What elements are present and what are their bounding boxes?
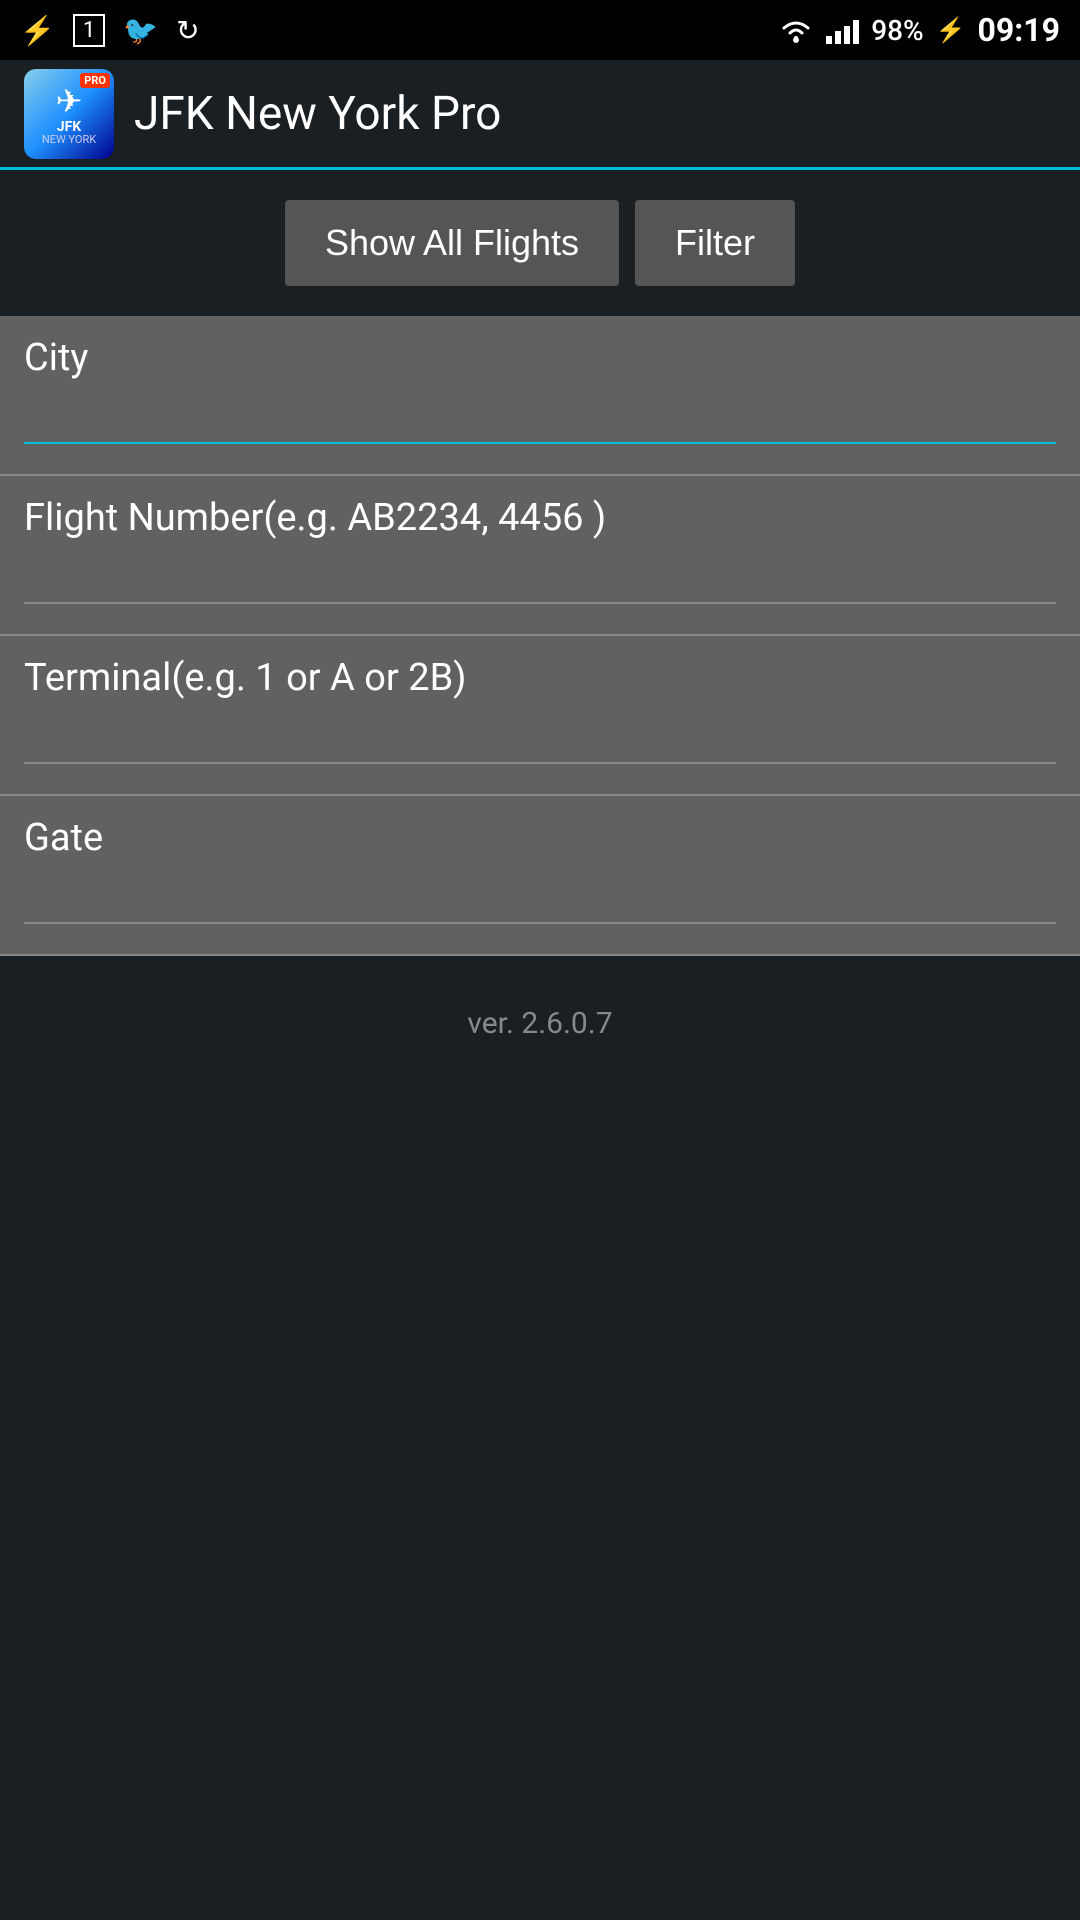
show-all-flights-button[interactable]: Show All Flights bbox=[285, 200, 619, 286]
city-field-container: City bbox=[0, 316, 1080, 476]
app-title: JFK New York Pro bbox=[134, 87, 501, 141]
logo-subtext: NEW YORK bbox=[42, 134, 96, 145]
terminal-input[interactable] bbox=[24, 716, 1056, 764]
pro-badge: PRO bbox=[80, 73, 110, 88]
gate-field-container: Gate bbox=[0, 796, 1080, 956]
form-container: City Flight Number(e.g. AB2234, 4456 ) T… bbox=[0, 316, 1080, 956]
city-label: City bbox=[24, 336, 1056, 380]
wifi-icon bbox=[778, 16, 814, 44]
filter-button[interactable]: Filter bbox=[635, 200, 795, 286]
usb-icon: ⚡ bbox=[20, 14, 55, 47]
app-header: ✈ JFK NEW YORK PRO JFK New York Pro bbox=[0, 60, 1080, 170]
city-input[interactable] bbox=[24, 396, 1056, 444]
time-display: 09:19 bbox=[978, 11, 1060, 49]
logo-plane-icon: ✈ bbox=[56, 82, 83, 120]
app-logo: ✈ JFK NEW YORK PRO bbox=[24, 69, 114, 159]
version-text: ver. 2.6.0.7 bbox=[467, 1006, 612, 1041]
gate-label: Gate bbox=[24, 816, 1056, 860]
status-bar: ⚡ 1 🐦 ↻ 98% ⚡ 09:19 bbox=[0, 0, 1080, 60]
terminal-label: Terminal(e.g. 1 or A or 2B) bbox=[24, 656, 1056, 700]
twitter-bird-icon: 🐦 bbox=[123, 14, 158, 47]
logo-text: JFK bbox=[57, 120, 81, 134]
status-bar-left: ⚡ 1 🐦 ↻ bbox=[20, 14, 200, 47]
flight-number-input[interactable] bbox=[24, 556, 1056, 604]
button-row: Show All Flights Filter bbox=[0, 170, 1080, 316]
flight-number-label: Flight Number(e.g. AB2234, 4456 ) bbox=[24, 496, 1056, 540]
gate-input[interactable] bbox=[24, 876, 1056, 924]
status-bar-right: 98% ⚡ 09:19 bbox=[778, 11, 1060, 49]
refresh-icon: ↻ bbox=[176, 14, 199, 47]
battery-charging-icon: ⚡ bbox=[936, 16, 966, 44]
flight-number-field-container: Flight Number(e.g. AB2234, 4456 ) bbox=[0, 476, 1080, 636]
version-display: ver. 2.6.0.7 bbox=[0, 956, 1080, 1071]
signal-bars bbox=[826, 16, 859, 44]
screen-number-icon: 1 bbox=[73, 14, 105, 47]
terminal-field-container: Terminal(e.g. 1 or A or 2B) bbox=[0, 636, 1080, 796]
battery-percent: 98% bbox=[871, 14, 923, 47]
